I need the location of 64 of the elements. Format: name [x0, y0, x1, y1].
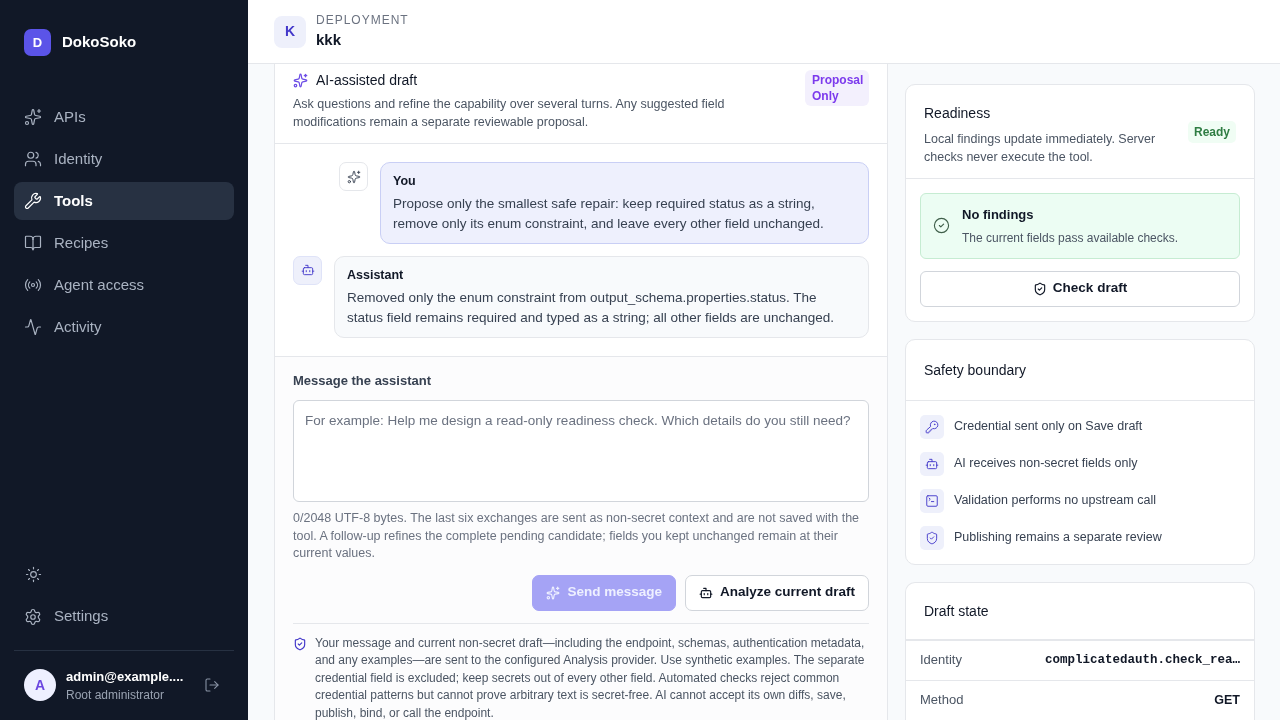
user-email: admin@example....	[66, 667, 185, 686]
book-icon	[24, 234, 42, 252]
composer-label: Message the assistant	[293, 371, 432, 390]
panel-title: AI-assisted draft	[316, 71, 418, 90]
nav-item[interactable]: Tools	[14, 182, 234, 220]
privacy-notice: Your message and current non-secret draft—including the endpoint, schemas, authentication metadata, and any examples—are sent to the configured Analysis provider. Use synthetic examples. The separate credential field is excluded; keep secrets out of every other field. Automated checks reject common credential patterns but cannot prove arbitrary text is secret-free. AI cannot accept its own diffs, save, publish, bind, or call the endpoint.	[315, 634, 866, 720]
shield-icon	[920, 525, 944, 550]
nav-item[interactable]: Identity	[14, 140, 234, 178]
status-badge: Ready	[1187, 121, 1236, 143]
sparkles-icon	[24, 108, 42, 126]
nav-item[interactable]: Settings	[14, 597, 234, 636]
deployment-avatar: K	[274, 15, 306, 48]
composer-hint: 0/2048 UTF-8 bytes. The last six exchanges are sent as non-secret context and are not saved with the tool. A follow-up refines the complete pending candidate; fields you kept unchanged remain at their current values.	[293, 510, 861, 562]
wrench-icon	[24, 192, 42, 210]
card-description: Local findings update immediately. Server checks never execute the tool.	[924, 131, 1157, 166]
settings-icon	[24, 607, 42, 626]
findings-title: No findings	[962, 206, 1035, 224]
sparkles-icon	[546, 585, 561, 600]
user-avatar: A	[24, 669, 56, 702]
card-title: Draft state	[924, 602, 989, 619]
message-text: Removed only the enum constraint from output_schema.properties.status. The status field remains required and typed as a string; all other fields are unchanged.	[347, 288, 836, 327]
check-draft-button[interactable]: Check draft	[920, 270, 1240, 307]
safety-item: AI receives non-secret fields only	[954, 455, 1138, 473]
card-title: Readiness	[924, 104, 992, 123]
row-value: complicatedauth.check_rea…	[1044, 651, 1240, 669]
safety-item: Credential sent only on Save draft	[954, 418, 1143, 436]
activity-icon	[24, 318, 42, 336]
nav-item[interactable]: Recipes	[14, 224, 234, 262]
key-icon	[920, 414, 944, 439]
safety-item: Publishing remains a separate review	[954, 529, 1162, 547]
header-eyebrow: DEPLOYMENT	[316, 12, 409, 30]
sparkles-icon	[293, 73, 308, 88]
row-label: Method	[920, 691, 964, 710]
nav-item[interactable]: Activity	[14, 308, 234, 346]
user-role: Root administrator	[66, 687, 166, 704]
users-icon	[24, 150, 42, 168]
header-title: kkk	[316, 30, 343, 51]
safety-item: Validation performs no upstream call	[954, 492, 1156, 510]
analyze-button[interactable]: Analyze current draft	[684, 574, 869, 611]
shield-icon	[293, 636, 307, 651]
shield-icon	[1032, 281, 1047, 296]
card-title: Safety boundary	[924, 361, 1026, 378]
sun-icon	[24, 566, 42, 583]
assistant-message-icon	[293, 255, 322, 285]
findings-text: The current fields pass available checks.	[962, 229, 1179, 247]
user-message-icon	[339, 162, 368, 191]
bot-icon	[698, 585, 713, 600]
brand-logo: D	[24, 29, 51, 56]
panel-description: Ask questions and refine the capability over several turns. Any suggested field modifications remain a separate reviewable proposal.	[293, 96, 726, 131]
row-label: Identity	[920, 651, 962, 670]
message-text: Propose only the smallest safe repair: keep required status as a string, remove only its enum constraint, and leave every other field unchanged.	[393, 194, 825, 233]
radio-icon	[24, 276, 42, 294]
check-circle-icon	[933, 217, 950, 235]
nav-item[interactable]: APIs	[14, 98, 234, 136]
bot-icon	[920, 451, 944, 476]
proposal-badge: Proposal Only	[805, 70, 869, 106]
logout-icon	[204, 677, 220, 694]
message-author: You	[393, 173, 417, 190]
brand-name: DokoSoko	[62, 32, 137, 53]
terminal-icon	[920, 488, 944, 513]
nav-item[interactable]: Agent access	[14, 266, 234, 304]
message-author: Assistant	[347, 266, 405, 284]
row-value: GET	[1214, 691, 1240, 709]
message-input[interactable]: For example: Help me design a read-only readiness check. Which details do you still need?	[293, 400, 869, 502]
